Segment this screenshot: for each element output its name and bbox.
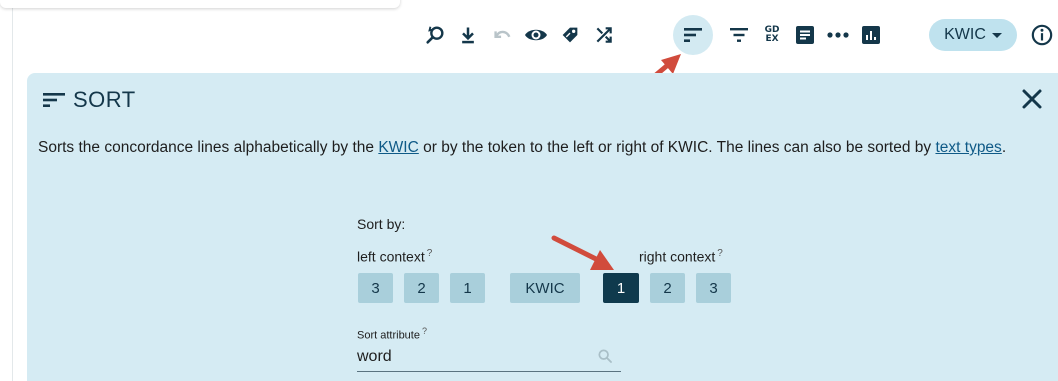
sort-attribute-label: Sort attribute? [357,326,427,342]
left-context-text: left context [357,248,425,265]
zoom-reset-icon[interactable] [418,18,452,52]
gdex-bottom-label: EX [765,34,779,44]
right-context-2-button[interactable]: 2 [650,273,685,303]
left-divider [12,0,13,381]
undo-icon[interactable] [485,18,519,52]
search-icon [598,349,612,363]
sort-panel: SORT Sorts the concordance lines alphabe… [27,73,1058,381]
chevron-down-icon [991,32,1002,38]
sort-icon [43,93,65,107]
toolbar: GD EX KWIC [0,15,1058,55]
desc-text: Sorts the concordance lines alphabetical… [38,139,379,156]
shuffle-icon[interactable] [587,18,621,52]
panel-description: Sorts the concordance lines alphabetical… [38,136,1048,160]
visibility-icon[interactable] [519,18,553,52]
help-icon[interactable]: ? [422,326,427,336]
filter-icon[interactable] [722,18,756,52]
panel-header: SORT [43,87,136,113]
left-context-2-button[interactable]: 2 [404,273,439,303]
view-mode-label: KWIC [944,26,986,43]
download-icon[interactable] [451,18,485,52]
left-context-3-button[interactable]: 3 [358,273,393,303]
left-context-1-button[interactable]: 1 [450,273,485,303]
right-context-1-button[interactable]: 1 [603,273,639,303]
sort-icon[interactable] [673,15,713,55]
tag-icon[interactable] [553,18,587,52]
right-context-3-button[interactable]: 3 [696,273,731,303]
info-icon[interactable] [1025,18,1058,52]
text-types-link[interactable]: text types [935,139,1001,156]
panel-title: SORT [73,87,136,112]
help-icon[interactable]: ? [717,248,723,259]
desc-text: . [1001,139,1007,156]
sort-attribute-input[interactable] [357,343,621,372]
right-context-text: right context [639,248,716,265]
sort-by-label: Sort by: [357,216,406,232]
sort-attribute-text: Sort attribute [357,329,420,342]
kwic-button[interactable]: KWIC [510,273,580,303]
desc-text: or by the token to the left or right of … [418,139,936,156]
kwic-link[interactable]: KWIC [378,139,418,156]
chart-icon[interactable] [854,18,888,52]
right-context-label: right context? [639,248,723,265]
left-context-label: left context? [357,248,432,265]
frequency-icon[interactable] [788,18,822,52]
help-icon[interactable]: ? [427,248,433,259]
top-card-edge [0,0,400,8]
close-icon[interactable] [1020,87,1044,111]
gdex-icon[interactable]: GD EX [755,18,789,52]
context-icon[interactable] [821,18,855,52]
view-mode-dropdown[interactable]: KWIC [929,19,1017,51]
